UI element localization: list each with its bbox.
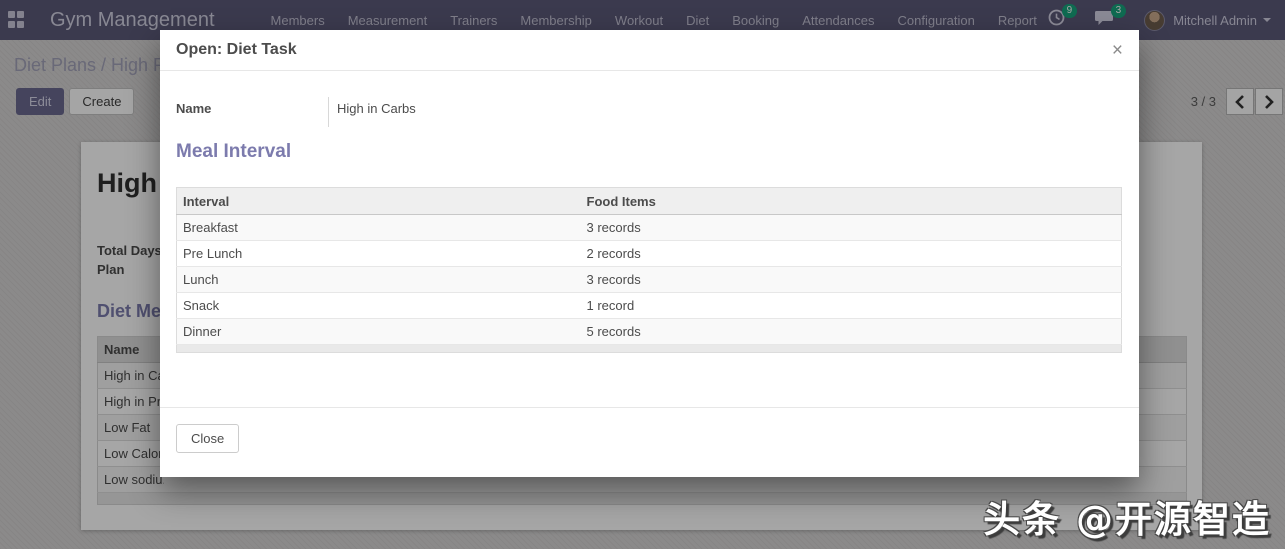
table-row[interactable]: Snack1 record	[177, 293, 1122, 319]
screen: Gym Management Members Measurement Train…	[0, 0, 1285, 549]
meal-interval-heading: Meal Interval	[176, 141, 1123, 163]
table-footer-strip	[177, 345, 1122, 353]
close-icon[interactable]: ×	[1112, 41, 1123, 60]
modal-footer: Close	[160, 407, 1139, 477]
name-field-value[interactable]: High in Carbs	[328, 97, 416, 127]
modal-header: Open: Diet Task ×	[160, 30, 1139, 71]
meal-interval-table: Interval Food Items Breakfast3 records P…	[176, 187, 1122, 353]
watermark-text: 头条 @开源智造	[983, 489, 1271, 543]
modal-title: Open: Diet Task	[176, 41, 297, 59]
table-row[interactable]: Dinner5 records	[177, 319, 1122, 345]
interval-column-header[interactable]: Interval	[177, 188, 581, 215]
table-row[interactable]: Breakfast3 records	[177, 215, 1122, 241]
table-row[interactable]: Lunch3 records	[177, 267, 1122, 293]
close-button[interactable]: Close	[176, 424, 239, 453]
food-items-column-header[interactable]: Food Items	[581, 188, 1122, 215]
name-field-label: Name	[176, 97, 328, 127]
name-field-row: Name High in Carbs	[176, 97, 1123, 127]
diet-task-modal: Open: Diet Task × Name High in Carbs Mea…	[160, 30, 1139, 477]
modal-body: Name High in Carbs Meal Interval Interva…	[160, 71, 1139, 407]
table-row[interactable]: Pre Lunch2 records	[177, 241, 1122, 267]
